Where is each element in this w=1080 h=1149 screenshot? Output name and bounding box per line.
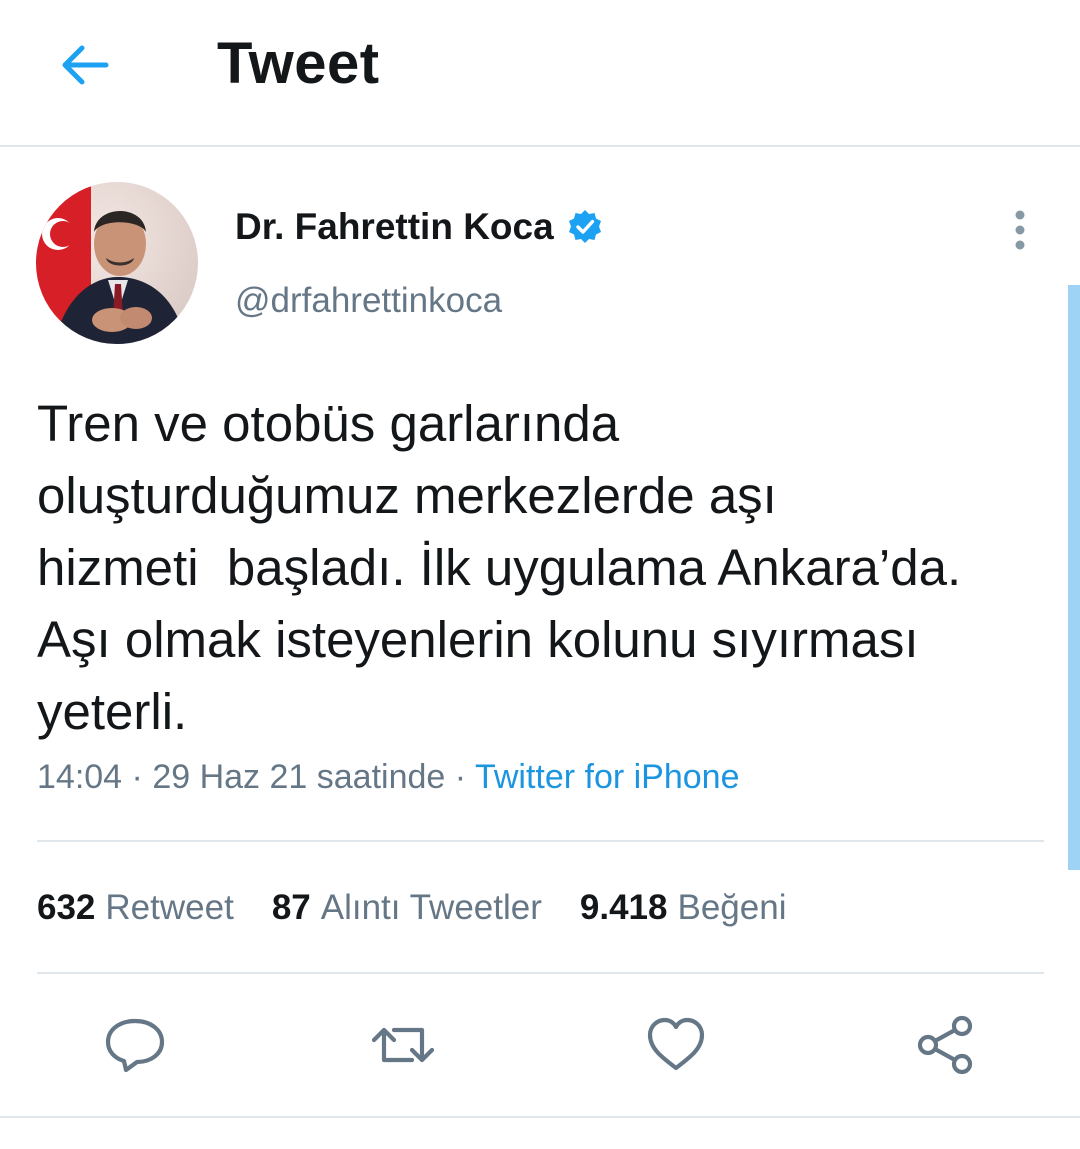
more-options-button[interactable] xyxy=(1000,208,1040,252)
tweet-source-link[interactable]: Twitter for iPhone xyxy=(475,758,740,796)
author-handle[interactable]: @drfahrettinkoca xyxy=(235,281,502,321)
share-icon xyxy=(917,1015,973,1075)
avatar[interactable] xyxy=(36,182,198,344)
tweet-meta: 14:04 · 29 Haz 21 saatinde · Twitter for… xyxy=(37,758,740,797)
divider xyxy=(37,840,1044,842)
author-name-row: Dr. Fahrettin Koca xyxy=(235,206,604,248)
top-bar: Tweet xyxy=(0,0,1080,147)
share-button[interactable] xyxy=(914,1014,976,1076)
retweet-button[interactable] xyxy=(372,1014,434,1076)
retweet-label: Retweet xyxy=(105,888,234,927)
reply-button[interactable] xyxy=(104,1014,166,1076)
comment-icon xyxy=(105,1018,165,1073)
back-button[interactable] xyxy=(56,36,114,94)
tweet-date[interactable]: 29 Haz 21 saatinde xyxy=(152,758,445,796)
quote-stat[interactable]: 87 Alıntı Tweetler xyxy=(272,888,542,928)
retweet-count: 632 xyxy=(37,888,96,927)
tweet-text: Tren ve otobüs garlarında oluşturduğumuz… xyxy=(37,395,962,740)
scrollbar[interactable] xyxy=(1068,285,1080,870)
like-label: Beğeni xyxy=(677,888,787,927)
like-stat[interactable]: 9.418 Beğeni xyxy=(580,888,787,928)
quote-count: 87 xyxy=(271,888,311,927)
more-vertical-icon xyxy=(1015,210,1025,250)
quote-label: Alıntı Tweetler xyxy=(320,888,542,927)
like-count: 9.418 xyxy=(579,888,668,927)
author-name[interactable]: Dr. Fahrettin Koca xyxy=(235,206,554,248)
divider xyxy=(37,972,1044,974)
heart-icon xyxy=(647,1017,705,1071)
tweet-stats: 632 Retweet 87 Alıntı Tweetler 9.418 Beğeni xyxy=(37,888,824,928)
tweet-time[interactable]: 14:04 xyxy=(37,758,122,796)
retweet-icon xyxy=(372,1027,434,1063)
divider xyxy=(0,1116,1080,1118)
retweet-stat[interactable]: 632 Retweet xyxy=(37,888,234,928)
meta-separator: · xyxy=(454,758,467,796)
like-button[interactable] xyxy=(645,1014,707,1076)
arrow-left-icon xyxy=(62,45,109,85)
meta-separator: · xyxy=(131,758,143,796)
verified-badge-icon xyxy=(568,210,601,243)
page-title: Tweet xyxy=(217,31,380,96)
